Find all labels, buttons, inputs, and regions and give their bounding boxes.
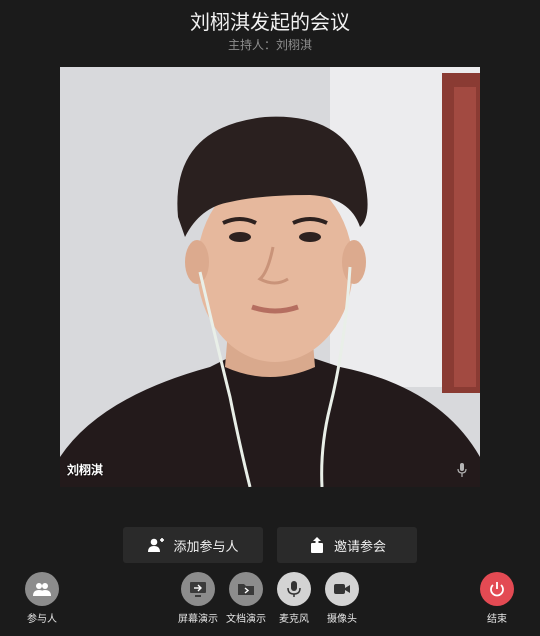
document-share-icon	[238, 584, 254, 595]
meeting-title: 刘栩淇发起的会议	[190, 10, 350, 34]
add-participant-label: 添加参与人	[173, 539, 239, 555]
host-label: 主持人：刘栩淇	[227, 38, 312, 52]
participant-video-image	[60, 67, 480, 487]
camera-button[interactable]: 摄像头	[312, 572, 372, 625]
end-meeting-label: 结束	[487, 614, 507, 625]
microphone-icon	[287, 581, 301, 597]
camera-icon	[334, 584, 350, 594]
power-icon	[490, 582, 504, 597]
participants-button[interactable]: 参与人	[12, 572, 72, 625]
video-feed[interactable]: 刘栩淇	[60, 67, 480, 487]
add-participant-button[interactable]: 添加参与人	[123, 527, 263, 563]
end-meeting-button[interactable]: 结束	[467, 572, 527, 625]
share-upload-icon	[310, 537, 323, 553]
participants-label: 参与人	[27, 614, 57, 625]
participant-name: 刘栩淇	[67, 463, 104, 477]
invite-button[interactable]: 邀请参会	[277, 527, 417, 563]
screen-share-icon	[190, 582, 206, 597]
mic-icon	[457, 463, 467, 477]
add-user-icon	[148, 538, 165, 552]
camera-label: 摄像头	[327, 614, 357, 625]
invite-label: 邀请参会	[333, 539, 386, 555]
participants-icon	[33, 583, 51, 596]
